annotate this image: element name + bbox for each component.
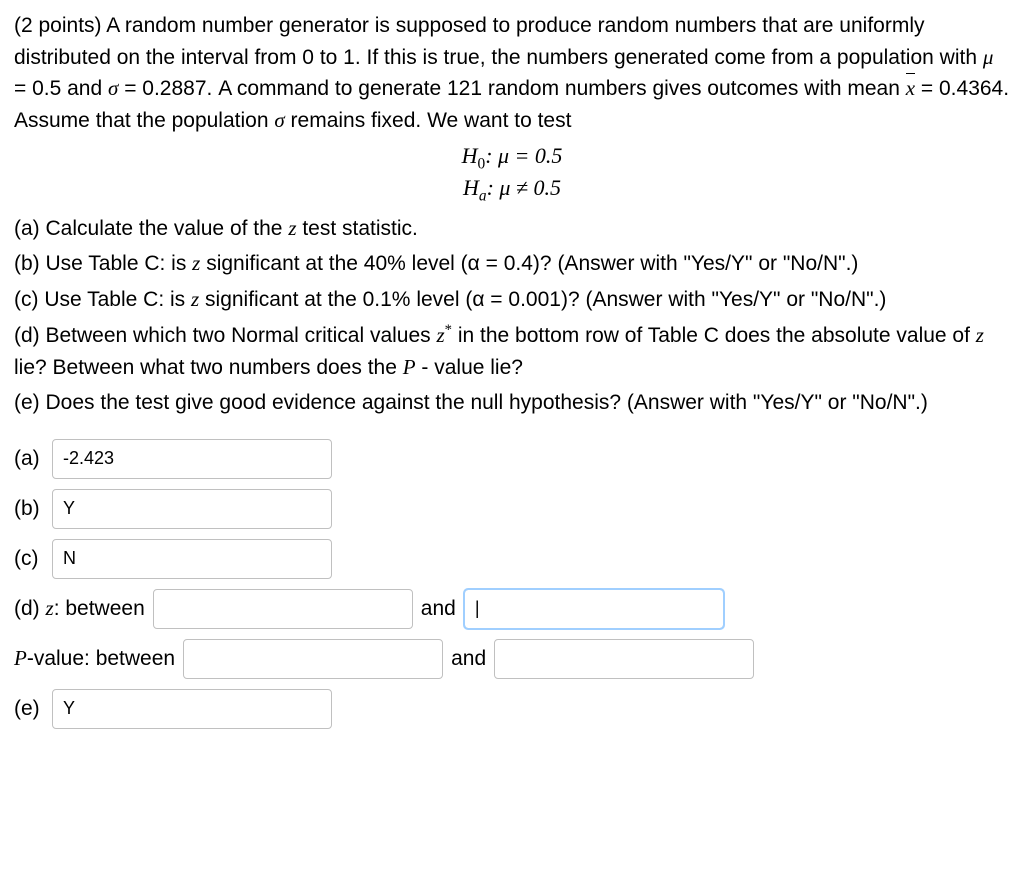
- answers-section: (a) (b) (c) (d) z: between and P-value: …: [14, 439, 1010, 729]
- part-d: (d) Between which two Normal critical va…: [14, 319, 1010, 383]
- answer-d-z1-input[interactable]: [153, 589, 413, 629]
- answer-a-label: (a): [14, 443, 44, 475]
- pvalue-label: P-value: between: [14, 643, 175, 675]
- ha-text: : μ ≠ 0.5: [487, 175, 561, 200]
- answer-e-label: (e): [14, 693, 44, 725]
- question-intro: (2 points) A random number generator is …: [14, 10, 1010, 136]
- alt-hypothesis: Ha: μ ≠ 0.5: [14, 174, 1010, 206]
- z-symbol-a: z: [288, 216, 296, 240]
- eq-sigma: = 0.2887. A command to generate 121 rand…: [118, 77, 905, 100]
- answer-row-e: (e): [14, 689, 1010, 729]
- intro-text-1: (2 points) A random number generator is …: [14, 14, 983, 69]
- sigma-symbol-2: σ: [274, 108, 284, 132]
- null-hypothesis: H0: μ = 0.5: [14, 142, 1010, 174]
- answer-p2-input[interactable]: [494, 639, 754, 679]
- answer-d-label: (d) z: between: [14, 593, 145, 625]
- answer-b-input[interactable]: [52, 489, 332, 529]
- answer-row-d-z: (d) z: between and: [14, 589, 1010, 629]
- part-b-end: significant at the 40% level (α = 0.4)? …: [200, 252, 858, 275]
- p-italic: P: [14, 646, 27, 670]
- d-between: : between: [54, 597, 145, 620]
- part-b-text: (b) Use Table C: is: [14, 252, 192, 275]
- part-d-1: (d) Between which two Normal critical va…: [14, 324, 436, 347]
- part-a-end: test statistic.: [297, 217, 418, 240]
- answer-row-a: (a): [14, 439, 1010, 479]
- sigma-symbol: σ: [108, 76, 118, 100]
- z-symbol-c: z: [191, 287, 199, 311]
- ha-sub: a: [479, 188, 487, 205]
- mu-symbol: μ: [983, 45, 994, 69]
- answer-e-input[interactable]: [52, 689, 332, 729]
- h0-h: H: [462, 143, 478, 168]
- z-star-sup: *: [445, 322, 452, 338]
- part-c-end: significant at the 0.1% level (α = 0.001…: [199, 288, 886, 311]
- part-d-3: lie? Between what two numbers does the: [14, 356, 403, 379]
- z-symbol-d: z: [976, 323, 984, 347]
- part-c: (c) Use Table C: is z significant at the…: [14, 284, 1010, 316]
- remains-text: remains fixed. We want to test: [285, 109, 572, 132]
- d-z-symbol: z: [46, 596, 54, 620]
- part-b: (b) Use Table C: is z significant at the…: [14, 248, 1010, 280]
- answer-c-label: (c): [14, 543, 44, 575]
- answer-row-d-pvalue: P-value: between and: [14, 639, 1010, 679]
- answer-p1-input[interactable]: [183, 639, 443, 679]
- hypothesis-block: H0: μ = 0.5 Ha: μ ≠ 0.5: [14, 142, 1010, 207]
- answer-row-c: (c): [14, 539, 1010, 579]
- p-and-text: and: [451, 643, 486, 675]
- d-label-text: (d): [14, 597, 46, 620]
- answer-b-label: (b): [14, 493, 44, 525]
- p-letter: P: [403, 355, 416, 379]
- d-and-text: and: [421, 593, 456, 625]
- p-rest: -value: between: [27, 647, 175, 670]
- answer-a-input[interactable]: [52, 439, 332, 479]
- part-a: (a) Calculate the value of the z test st…: [14, 213, 1010, 245]
- eq-mu: = 0.5 and: [14, 77, 108, 100]
- part-c-text: (c) Use Table C: is: [14, 288, 191, 311]
- z-star-z: z: [436, 323, 444, 347]
- h0-text: : μ = 0.5: [485, 143, 562, 168]
- ha-h: H: [463, 175, 479, 200]
- xbar-symbol: x: [906, 73, 915, 105]
- answer-row-b: (b): [14, 489, 1010, 529]
- part-e: (e) Does the test give good evidence aga…: [14, 387, 1010, 419]
- part-a-text: (a) Calculate the value of the: [14, 217, 288, 240]
- part-e-text: (e) Does the test give good evidence aga…: [14, 391, 928, 414]
- part-d-4: - value lie?: [416, 356, 523, 379]
- answer-d-z2-input[interactable]: [464, 589, 724, 629]
- answer-c-input[interactable]: [52, 539, 332, 579]
- part-d-2: in the bottom row of Table C does the ab…: [452, 324, 976, 347]
